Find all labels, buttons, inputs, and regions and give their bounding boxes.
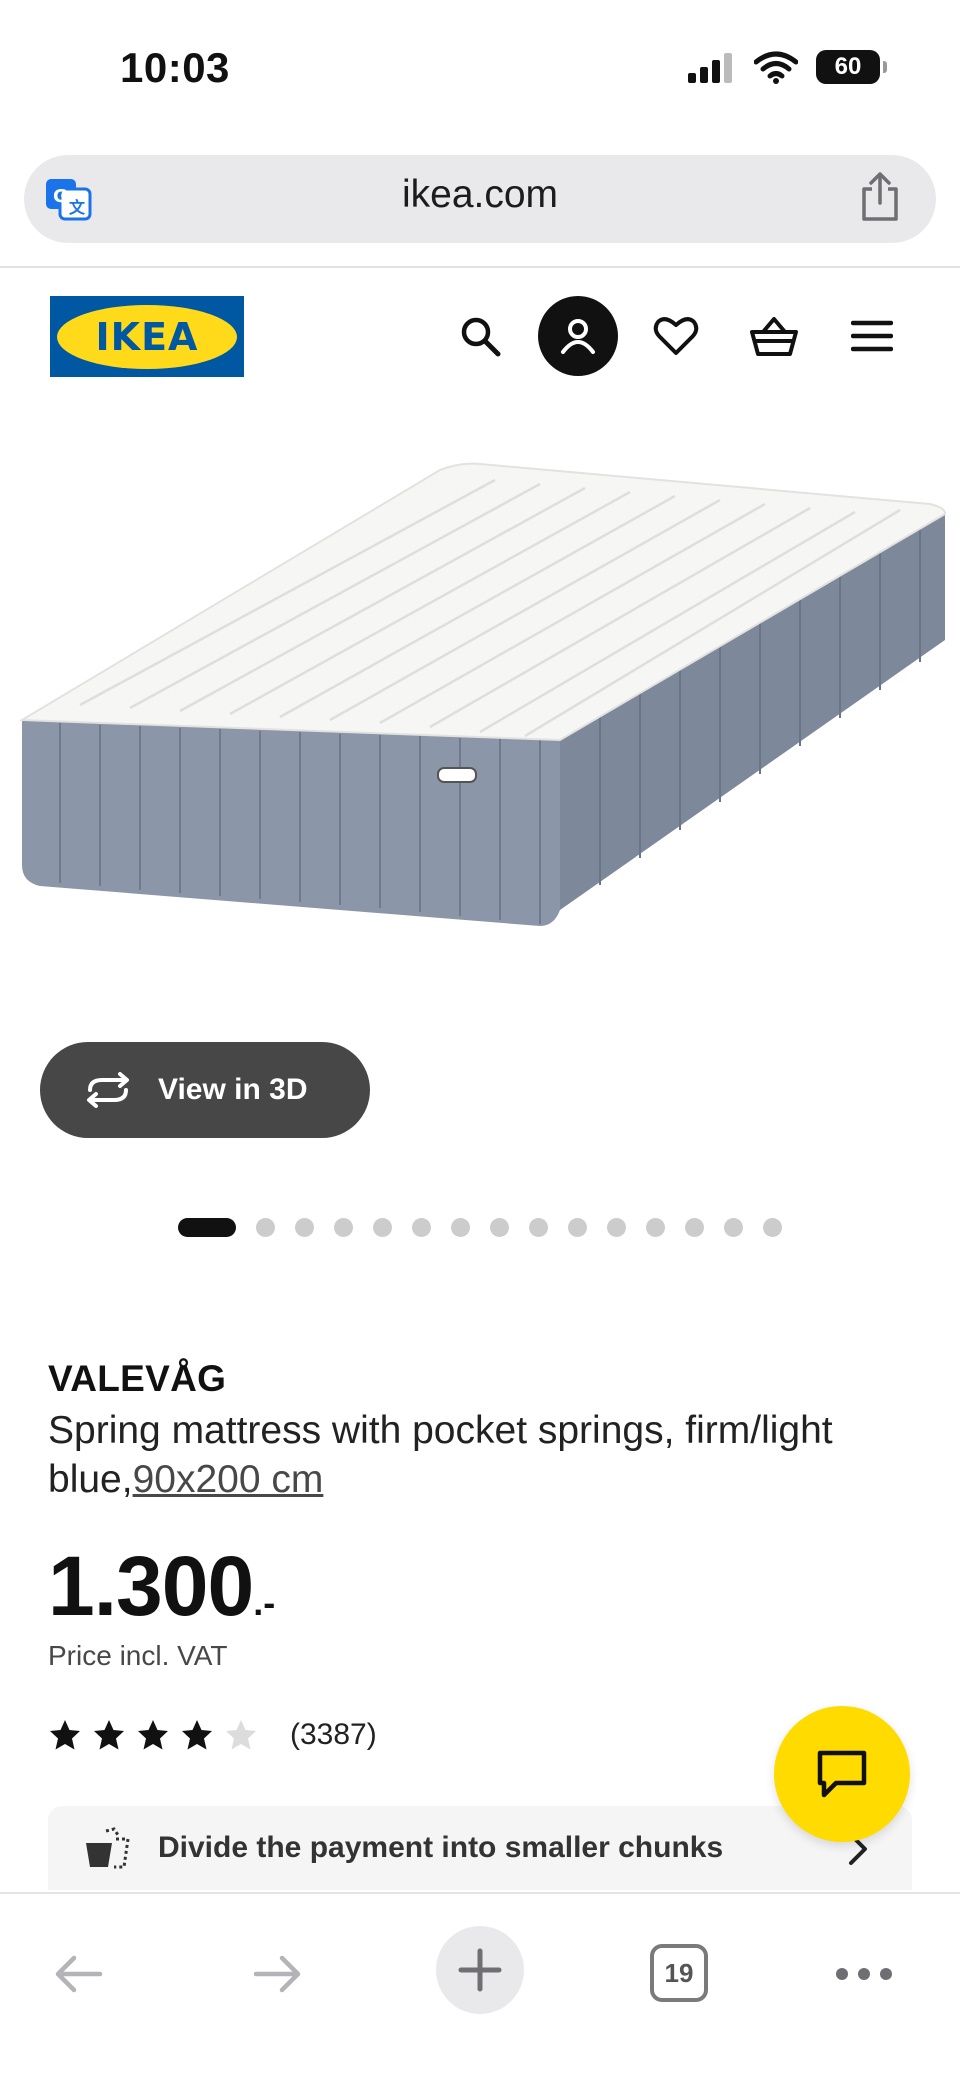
view-in-3d-button[interactable]: View in 3D — [40, 1042, 370, 1138]
star-filled-icon — [182, 1720, 212, 1750]
forward-arrow-icon[interactable] — [248, 1944, 308, 2004]
carousel-dot[interactable] — [646, 1218, 665, 1237]
new-tab-button[interactable] — [436, 1926, 524, 2014]
status-bar: 10:03 60 — [0, 0, 960, 140]
chat-icon — [817, 1750, 867, 1798]
product-name: VALEVÅG — [48, 1358, 227, 1399]
price-integer: 1.300 — [48, 1539, 254, 1633]
basket-button[interactable] — [734, 296, 814, 376]
image-carousel-dots — [178, 1218, 802, 1237]
star-filled-icon — [94, 1720, 124, 1750]
profile-button[interactable] — [538, 296, 618, 376]
menu-icon — [851, 320, 893, 352]
carousel-dot[interactable] — [568, 1218, 587, 1237]
carousel-dot[interactable] — [724, 1218, 743, 1237]
view-in-3d-label: View in 3D — [158, 1073, 308, 1106]
product-price: 1.300 .- — [48, 1538, 275, 1635]
carousel-dot[interactable] — [295, 1218, 314, 1237]
carousel-dot-active[interactable] — [178, 1218, 236, 1237]
vat-note: Price incl. VAT — [48, 1640, 228, 1671]
payment-banner[interactable]: Divide the payment into smaller chunks — [48, 1806, 912, 1890]
wifi-icon — [754, 51, 798, 84]
payment-banner-label: Divide the payment into smaller chunks — [158, 1831, 724, 1864]
star-filled-icon — [138, 1720, 168, 1750]
status-icons: 60 — [686, 50, 887, 84]
carousel-dot[interactable] — [373, 1218, 392, 1237]
carousel-dot[interactable] — [451, 1218, 470, 1237]
product-rating[interactable]: (3387) — [48, 1718, 377, 1752]
plus-icon — [458, 1948, 502, 1992]
status-time: 10:03 — [120, 44, 230, 91]
star-empty-icon — [226, 1720, 256, 1750]
battery-level: 60 — [834, 53, 862, 80]
browser-toolbar: 19 — [0, 1892, 960, 2081]
ikea-logo-oval: IKEA — [57, 304, 237, 369]
rotate-3d-icon — [87, 1072, 129, 1108]
carousel-dot[interactable] — [256, 1218, 275, 1237]
carousel-dot[interactable] — [412, 1218, 431, 1237]
header-nav — [440, 296, 930, 376]
battery-icon: 60 — [816, 50, 887, 84]
more-options-icon[interactable] — [832, 1952, 896, 1996]
product-description: Spring mattress with pocket springs, fir… — [48, 1406, 918, 1504]
basket-icon — [750, 317, 798, 356]
profile-icon — [561, 319, 595, 354]
star-filled-icon — [50, 1720, 80, 1750]
carousel-dot[interactable] — [490, 1218, 509, 1237]
cellular-signal-icon — [688, 53, 732, 83]
carousel-dot[interactable] — [334, 1218, 353, 1237]
ikea-logo-text: IKEA — [95, 314, 199, 359]
carousel-dot[interactable] — [685, 1218, 704, 1237]
carousel-dot[interactable] — [607, 1218, 626, 1237]
tab-count: 19 — [664, 1957, 694, 1988]
price-suffix: .- — [253, 1582, 276, 1623]
chat-button[interactable] — [774, 1706, 910, 1842]
share-icon[interactable] — [858, 171, 902, 223]
rating-count: (3387) — [290, 1718, 377, 1751]
favourites-button[interactable] — [636, 296, 716, 376]
ikea-logo[interactable]: IKEA — [50, 296, 244, 377]
menu-button[interactable] — [832, 296, 912, 376]
divider — [0, 266, 960, 268]
url-text[interactable]: ikea.com — [24, 173, 936, 217]
carousel-dot[interactable] — [529, 1218, 548, 1237]
back-arrow-icon[interactable] — [48, 1944, 108, 2004]
product-image[interactable] — [0, 440, 960, 1040]
search-icon — [461, 317, 501, 357]
search-button[interactable] — [440, 296, 520, 376]
payment-split-icon — [86, 1827, 130, 1869]
heart-icon — [653, 317, 699, 355]
product-size-link[interactable]: 90x200 cm — [133, 1458, 324, 1501]
tabs-button[interactable]: 19 — [650, 1944, 708, 2002]
address-bar[interactable]: G 文 ikea.com — [24, 155, 936, 243]
carousel-dot[interactable] — [763, 1218, 782, 1237]
